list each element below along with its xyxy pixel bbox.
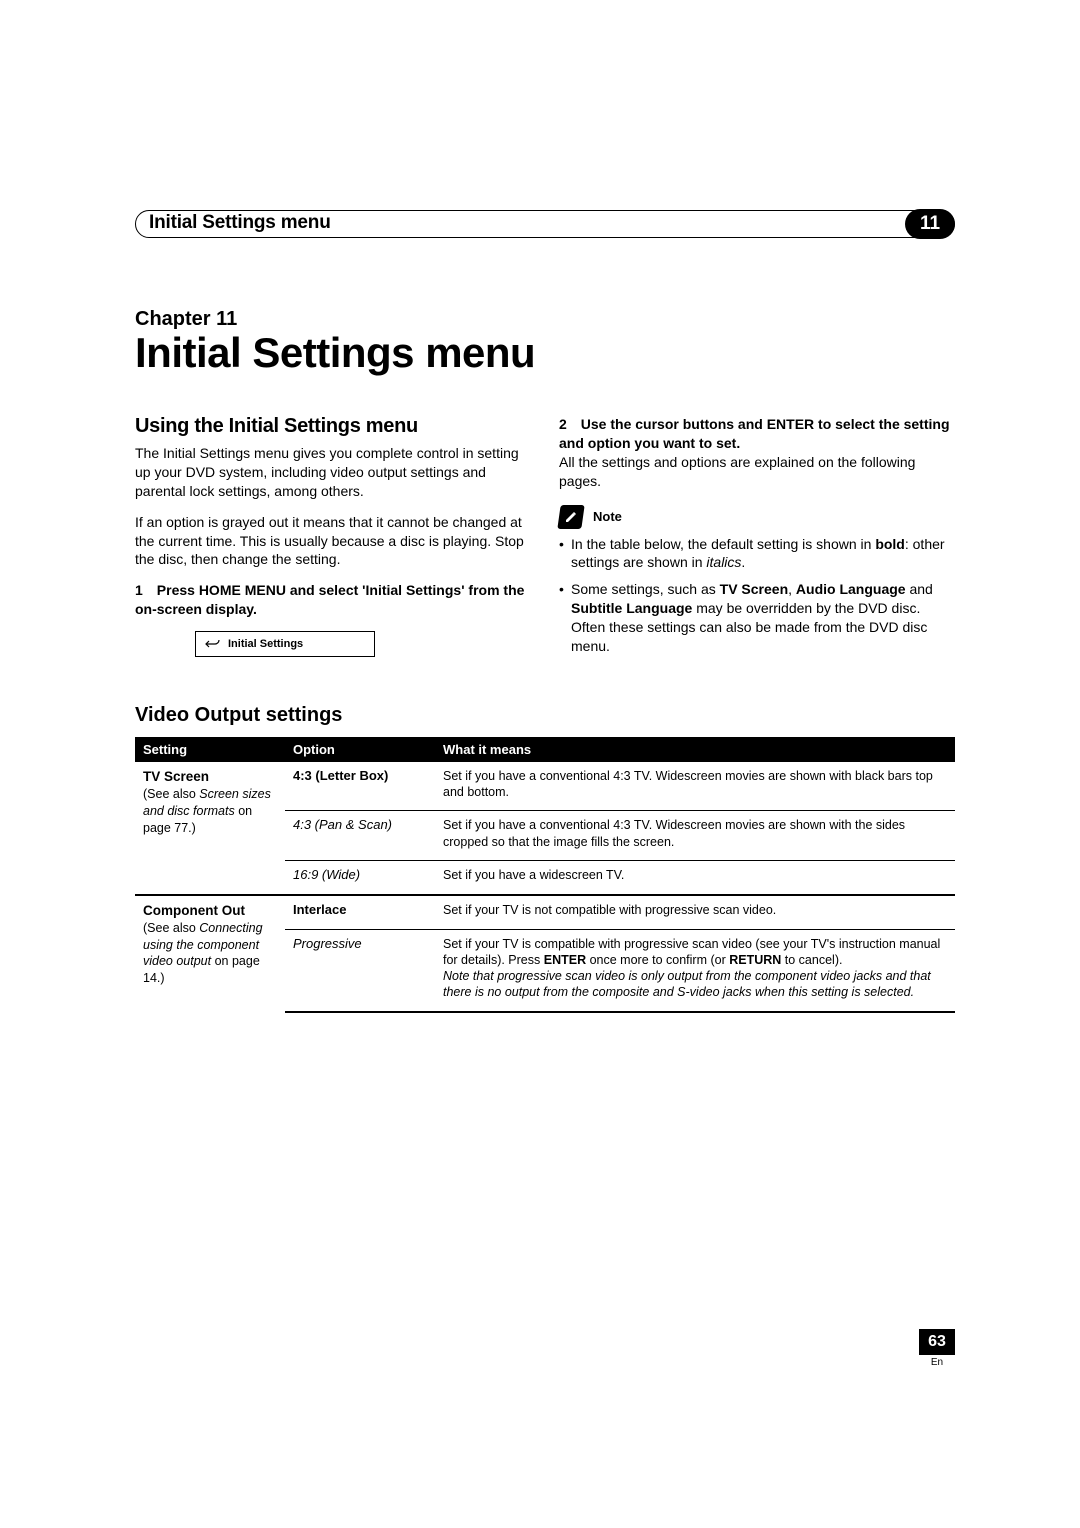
pencil-note-icon — [557, 505, 584, 529]
onscreen-menu-box: Initial Settings — [195, 631, 375, 657]
chapter-number-badge: 11 — [905, 209, 955, 239]
col-option-header: Option — [285, 737, 435, 762]
cell-option-43lb: 4:3 (Letter Box) — [285, 762, 435, 811]
video-output-heading: Video Output settings — [135, 704, 955, 727]
note-list: In the table below, the default setting … — [559, 535, 955, 656]
step-1: 1 Press HOME MENU and select 'Initial Se… — [135, 581, 531, 619]
page-language: En — [919, 1357, 955, 1368]
chapter-title: Initial Settings menu — [135, 329, 955, 377]
step-2: 2 Use the cursor buttons and ENTER to se… — [559, 415, 955, 453]
cell-option-43ps: 4:3 (Pan & Scan) — [285, 811, 435, 861]
cell-option-interlace: Interlace — [285, 895, 435, 929]
table-header-row: Setting Option What it means — [135, 737, 955, 762]
note-label: Note — [593, 509, 622, 524]
col-setting-header: Setting — [135, 737, 285, 762]
chapter-heading-block: Chapter 11 Initial Settings menu — [135, 308, 955, 377]
two-column-body: Using the Initial Settings menu The Init… — [135, 415, 955, 664]
left-column: Using the Initial Settings menu The Init… — [135, 415, 531, 664]
cell-meaning-169: Set if you have a widescreen TV. — [435, 860, 955, 894]
cell-option-progressive: Progressive — [285, 929, 435, 1012]
running-head: Initial Settings menu 11 — [135, 210, 955, 238]
col-meaning-header: What it means — [435, 737, 955, 762]
page-number: 63 — [919, 1329, 955, 1355]
intro-paragraph-1: The Initial Settings menu gives you comp… — [135, 444, 531, 501]
cell-setting-tvscreen: TV Screen (See also Screen sizes and dis… — [135, 762, 285, 895]
note-item-1: In the table below, the default setting … — [559, 535, 955, 573]
cell-setting-component: Component Out (See also Connecting using… — [135, 895, 285, 1012]
cell-meaning-interlace: Set if your TV is not compatible with pr… — [435, 895, 955, 929]
chapter-label: Chapter 11 — [135, 308, 955, 331]
cell-meaning-43ps: Set if you have a conventional 4:3 TV. W… — [435, 811, 955, 861]
step-2-followup: All the settings and options are explain… — [559, 453, 955, 491]
right-column: 2 Use the cursor buttons and ENTER to se… — [559, 415, 955, 664]
cell-option-169: 16:9 (Wide) — [285, 860, 435, 894]
running-head-title: Initial Settings menu — [149, 212, 331, 234]
page-footer: 63 En — [919, 1329, 955, 1368]
cell-meaning-43lb: Set if you have a conventional 4:3 TV. W… — [435, 762, 955, 811]
table-row: TV Screen (See also Screen sizes and dis… — [135, 762, 955, 811]
video-output-table: Setting Option What it means TV Screen (… — [135, 737, 955, 1013]
intro-paragraph-2: If an option is grayed out it means that… — [135, 513, 531, 570]
note-item-2: Some settings, such as TV Screen, Audio … — [559, 580, 955, 656]
onscreen-menu-label: Initial Settings — [228, 638, 303, 650]
back-arrow-icon — [204, 637, 222, 651]
cell-meaning-progressive: Set if your TV is compatible with progre… — [435, 929, 955, 1012]
table-row: Component Out (See also Connecting using… — [135, 895, 955, 929]
note-heading: Note — [559, 505, 955, 529]
section-using-heading: Using the Initial Settings menu — [135, 415, 531, 438]
